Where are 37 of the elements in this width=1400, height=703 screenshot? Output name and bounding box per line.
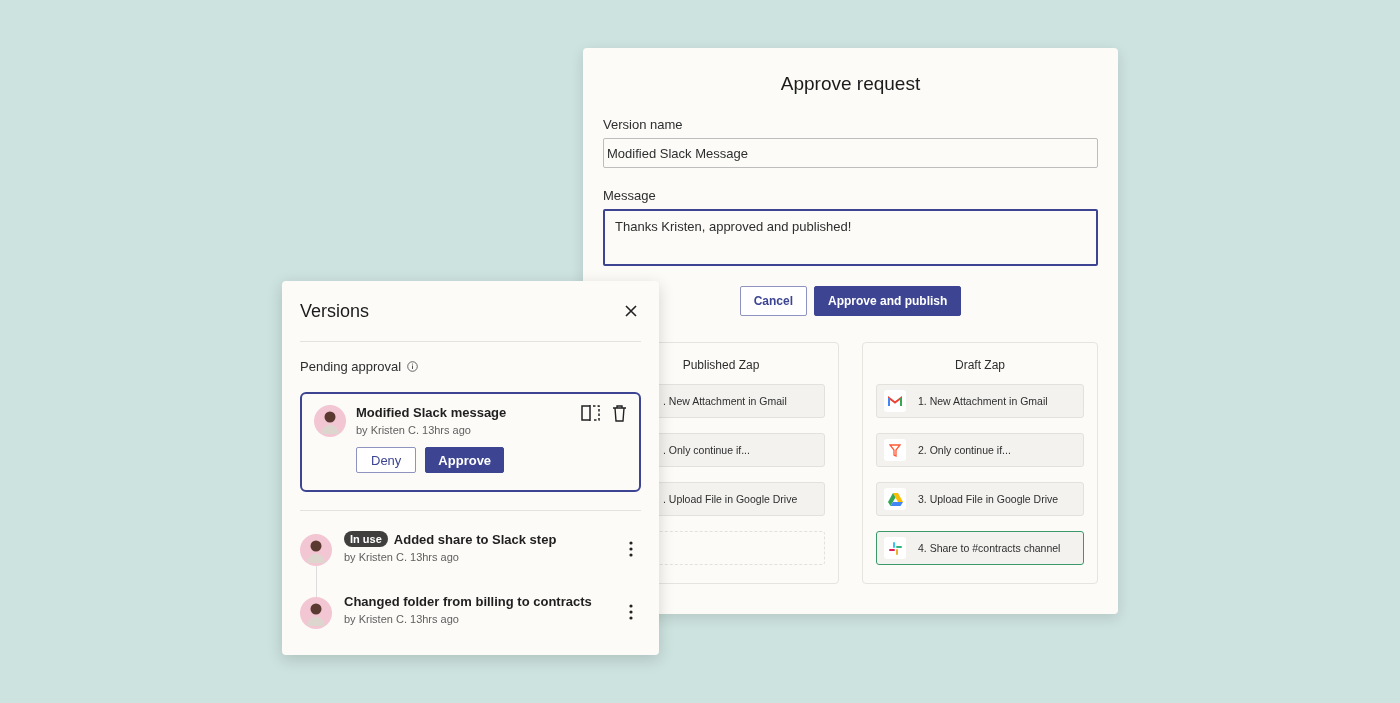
deny-button[interactable]: Deny — [356, 447, 417, 473]
trash-icon[interactable] — [612, 405, 627, 422]
step-card[interactable]: 1. New Attachment in Gmail — [876, 384, 1084, 418]
panel-title: Versions — [300, 300, 370, 322]
avatar-icon — [300, 597, 332, 629]
version-meta: by Kristen C. 13hrs ago — [344, 613, 460, 625]
more-icon[interactable] — [629, 604, 633, 620]
zap-title: Draft Zap — [954, 358, 1006, 372]
triangle-icon — [887, 492, 903, 506]
info-icon[interactable] — [407, 361, 419, 372]
approve-button[interactable]: Approve — [425, 447, 505, 473]
step-card[interactable]: 2. Only continue if... — [876, 433, 1084, 467]
hash-icon — [888, 541, 902, 555]
filter-icon — [889, 443, 901, 457]
field-label: Version name — [603, 117, 684, 132]
version-title: Changed folder from billing to contracts — [344, 594, 592, 609]
more-icon[interactable] — [629, 541, 633, 557]
avatar-icon — [314, 405, 346, 437]
message-field[interactable]: Thanks Kristen, approved and published! — [603, 209, 1098, 266]
step-card[interactable]: 3. Upload File in Google Drive — [876, 482, 1084, 516]
status-badge: In use — [344, 531, 388, 547]
avatar-icon — [300, 534, 332, 566]
section-label: Pending approval — [300, 359, 402, 374]
version-title: Modified Slack message — [356, 405, 508, 420]
version-meta: by Kristen C. 13hrs ago — [356, 424, 472, 436]
version-title: Added share to Slack step — [393, 531, 557, 547]
version-name-field[interactable]: Modified Slack Message — [603, 138, 1098, 168]
cancel-button[interactable]: Cancel — [739, 286, 807, 316]
compare-icon[interactable] — [581, 405, 600, 421]
version-meta: by Kristen C. 13hrs ago — [344, 551, 460, 563]
approve-publish-button[interactable]: Approve and publish — [814, 286, 962, 316]
step-card[interactable]: 4. Share to #contracts channel — [876, 531, 1084, 565]
mail-icon — [888, 395, 902, 407]
close-icon[interactable] — [625, 305, 637, 317]
dialog-title: Approve request — [779, 73, 922, 95]
zap-title: Published Zap — [681, 358, 761, 372]
field-label: Message — [603, 188, 657, 203]
